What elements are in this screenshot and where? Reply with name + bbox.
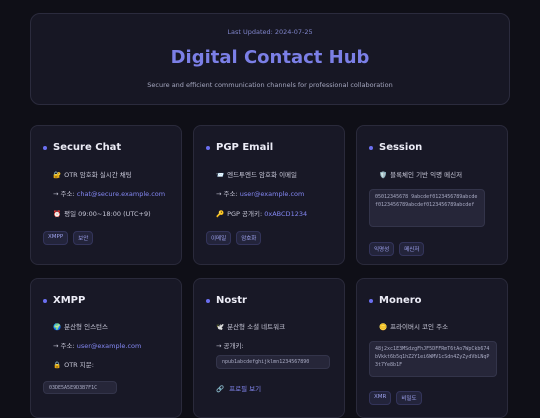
lock-icon: 🔒 — [53, 361, 62, 369]
tag: XMPP — [43, 231, 69, 245]
card-title: Session — [369, 142, 422, 153]
address-row: → 주소: chat@secure.example.com — [53, 190, 166, 198]
monero-address-box[interactable]: 48j2xc1E3MSdzgFhJF5DFFRmT6tAo7WpCkb674bV… — [369, 341, 497, 377]
shield-icon: 🛡️ — [379, 171, 388, 179]
tag: 익명성 — [369, 242, 395, 256]
bullet-dot-icon — [43, 145, 47, 150]
key-icon: 🔑 — [216, 210, 225, 218]
bird-icon: 🕊️ — [216, 323, 225, 331]
coin-icon: 🪙 — [379, 323, 388, 331]
card-title: Secure Chat — [43, 142, 121, 153]
tag-list: 익명성 메신저 — [369, 242, 425, 256]
tag: XMR — [369, 391, 392, 405]
session-id-box[interactable]: 05012345678 9abcdef0123456789abcdef01234… — [369, 189, 485, 227]
card-title: XMPP — [43, 295, 85, 306]
link-icon: 🔗 — [216, 385, 225, 393]
nostr-key-box[interactable]: npub1abcdefghijklmn1234567890 — [216, 355, 330, 369]
tag-list: XMPP 보안 — [43, 231, 94, 245]
card-pgp-email: PGP Email 📨 엔드투엔드 암호화 이메일 → 주소: user@exam… — [193, 125, 345, 265]
pgp-key-row: 🔑 PGP 공개키: 0xABCD1234 — [216, 210, 308, 218]
card-title: Monero — [369, 295, 422, 306]
tag: 비밀도 — [396, 391, 422, 405]
profile-link[interactable]: 프로필 보기 — [229, 385, 261, 393]
bullet-dot-icon — [206, 298, 210, 303]
tag-list: 이메일 암호화 — [206, 231, 262, 245]
chat-address-link[interactable]: chat@secure.example.com — [77, 190, 165, 198]
card-session: Session 🛡️ 블록체인 기반 익명 메신저 05012345678 9ab… — [356, 125, 508, 265]
bullet-dot-icon — [43, 298, 47, 303]
tag: 이메일 — [206, 231, 232, 245]
otr-fingerprint-box[interactable]: 03DE5A5E9D3B7F1C — [43, 381, 117, 394]
card-nostr: Nostr 🕊️ 분산형 소셜 네트워크 → 공개키: npub1abcdefgh… — [193, 278, 345, 418]
bullet-dot-icon — [369, 145, 373, 150]
card-description: 🪙 프라이버시 코인 주소 — [379, 323, 449, 331]
tag: 보안 — [73, 231, 94, 245]
card-xmpp: XMPP 🌍 분산형 인스턴스 → 주소: user@example.com 🔒 O… — [30, 278, 182, 418]
bullet-dot-icon — [369, 298, 373, 303]
clock-icon: ⏰ — [53, 210, 62, 218]
last-updated: Last Updated: 2024-07-25 — [227, 28, 313, 36]
card-description: 🌍 분산형 인스턴스 — [53, 323, 109, 331]
lock-key-icon: 🔐 — [53, 171, 62, 179]
hours-row: ⏰ 평일 09:00~18:00 (UTC+9) — [53, 210, 151, 218]
globe-icon: 🌍 — [53, 323, 62, 331]
page-title: Digital Contact Hub — [170, 47, 370, 68]
address-row: → 주소: user@example.com — [216, 190, 305, 198]
xmpp-address-link[interactable]: user@example.com — [77, 342, 142, 350]
otr-row: 🔒 OTR 지문: — [53, 361, 94, 369]
address-row: → 주소: user@example.com — [53, 342, 142, 350]
card-secure-chat: Secure Chat 🔐 OTR 암호화 실시간 채팅 → 주소: chat@s… — [30, 125, 182, 265]
card-description: 🛡️ 블록체인 기반 익명 메신저 — [379, 171, 463, 179]
bullet-dot-icon — [206, 145, 210, 150]
card-description: 🔐 OTR 암호화 실시간 채팅 — [53, 171, 132, 179]
card-description: 🕊️ 분산형 소셜 네트워크 — [216, 323, 286, 331]
card-monero: Monero 🪙 프라이버시 코인 주소 48j2xc1E3MSdzgFhJF5D… — [356, 278, 508, 418]
card-description: 📨 엔드투엔드 암호화 이메일 — [216, 171, 298, 179]
email-address-link[interactable]: user@example.com — [240, 190, 305, 198]
tag: 메신저 — [399, 242, 425, 256]
card-title: Nostr — [206, 295, 247, 306]
public-key-label: → 공개키: — [216, 342, 244, 350]
card-title: PGP Email — [206, 142, 273, 153]
tag: 암호화 — [236, 231, 262, 245]
envelope-icon: 📨 — [216, 171, 225, 179]
profile-row: 🔗 프로필 보기 — [216, 383, 261, 393]
header-panel: Last Updated: 2024-07-25 Digital Contact… — [30, 13, 510, 105]
tag-list: XMR 비밀도 — [369, 391, 422, 405]
pgp-key-link[interactable]: 0xABCD1234 — [264, 210, 307, 218]
page-subtitle: Secure and efficient communication chann… — [147, 81, 393, 89]
